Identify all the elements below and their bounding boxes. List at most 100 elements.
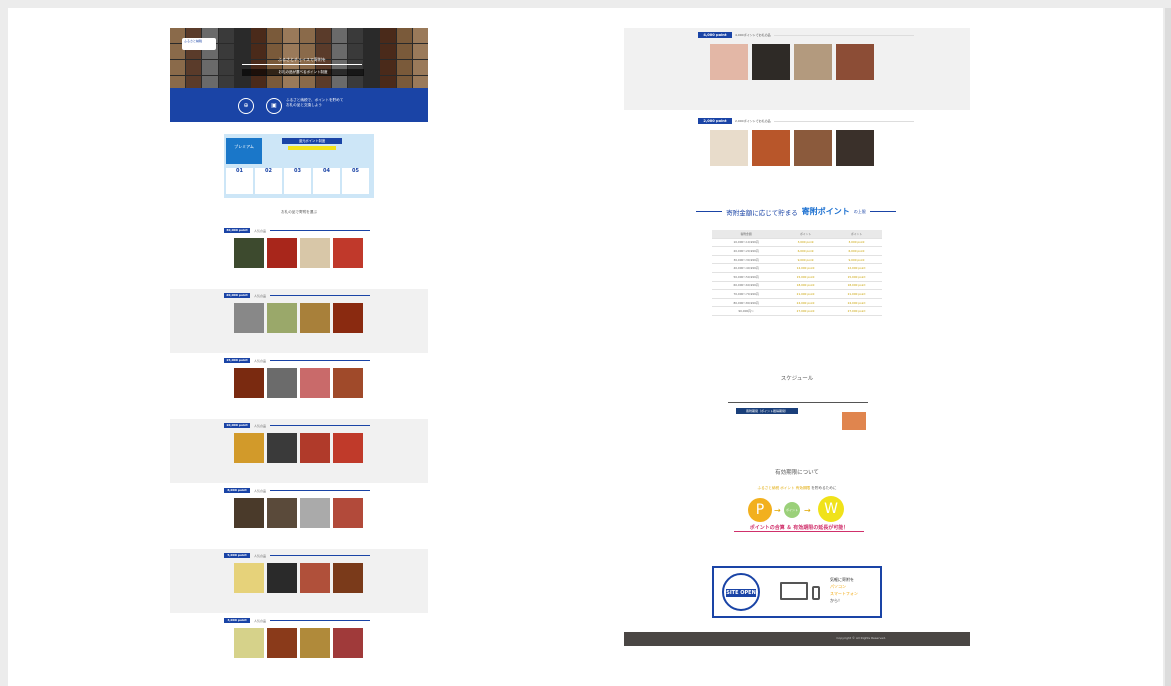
product-thumb[interactable] — [234, 368, 264, 398]
arrow-right-icon: → — [804, 506, 811, 515]
collage-tile — [396, 44, 412, 59]
product-thumb[interactable] — [752, 44, 790, 80]
product-thumb[interactable] — [234, 433, 264, 463]
collage-tile — [412, 28, 428, 43]
product-thumb[interactable] — [752, 130, 790, 166]
category-thumbnails[interactable] — [234, 498, 363, 528]
table-row: 20,000〜29,999円 6,000 point 6,000 point — [712, 246, 882, 256]
collage-tile — [218, 60, 234, 75]
divider — [270, 620, 371, 621]
category-thumbnails[interactable] — [234, 628, 363, 658]
premium-step: 01 — [226, 168, 253, 194]
category-thumbnails[interactable] — [234, 563, 363, 593]
product-thumb[interactable] — [333, 238, 363, 268]
product-thumb[interactable] — [300, 628, 330, 658]
product-thumb[interactable] — [267, 303, 297, 333]
product-thumb[interactable] — [234, 303, 264, 333]
hero-band-text: ふるさと納税で、ポイントを貯めてお礼の品と交換しよう — [286, 98, 344, 107]
points-table-body: 10,000〜19,999円 3,000 point 3,000 point 20,0… — [712, 238, 882, 316]
site-open-banner[interactable]: SITE OPEN 気軽に寄附を パソコン スマートフォン から！ — [712, 566, 882, 618]
product-thumb[interactable] — [267, 628, 297, 658]
product-thumb[interactable] — [836, 130, 874, 166]
collage-tile — [364, 28, 380, 43]
category-section-title: お礼の品で寄附を選ぶ — [281, 210, 317, 214]
collage-tile — [299, 28, 315, 43]
product-thumb[interactable] — [300, 433, 330, 463]
table-cell: 24,000 point — [831, 298, 882, 308]
product-thumb[interactable] — [794, 44, 832, 80]
product-thumb[interactable] — [710, 130, 748, 166]
category-tag-label: 15,000 point — [224, 358, 250, 363]
schedule-title: スケジュール — [780, 376, 814, 382]
product-thumb[interactable] — [234, 563, 264, 593]
section-4000-label: 4,000ポイントでお礼の品 — [735, 33, 771, 37]
category-caption: 人気の品 — [254, 618, 267, 623]
table-cell: 12,000 point — [780, 263, 832, 273]
schedule-timeline — [728, 402, 868, 403]
table-row: 40,000〜49,999円 12,000 point 12,000 point — [712, 263, 882, 273]
category-caption: 人気の品 — [254, 423, 267, 428]
divider — [773, 34, 914, 36]
table-cell: 15,000 point — [831, 272, 882, 282]
category-block: 10,000 point 人気の品 — [170, 419, 428, 483]
collage-tile — [380, 44, 396, 59]
category-block: 8,000 point 人気の品 — [170, 484, 428, 548]
product-thumb[interactable] — [267, 498, 297, 528]
site-open-text: 気軽に寄附を パソコン スマートフォン から！ — [830, 576, 858, 604]
window-scrollbar[interactable] — [1165, 8, 1171, 686]
category-thumbnails[interactable] — [234, 368, 363, 398]
product-thumb[interactable] — [300, 238, 330, 268]
premium-step: 03 — [284, 168, 311, 194]
product-thumb[interactable] — [836, 44, 874, 80]
product-thumb[interactable] — [333, 628, 363, 658]
product-thumb[interactable] — [300, 368, 330, 398]
product-thumb[interactable] — [710, 44, 748, 80]
premium-steps: 01 02 03 04 05 — [226, 168, 369, 194]
product-thumb[interactable] — [234, 498, 264, 528]
hero-caption-2: お礼の品が選べるポイント制度 — [242, 69, 364, 76]
product-thumb[interactable] — [333, 563, 363, 593]
left-page-preview: ふるさと納税 ふるさとチョイスで寄附を お礼の品が選べるポイント制度 ⊕ ▣ ふ… — [170, 24, 428, 684]
divider — [773, 120, 914, 122]
product-thumb[interactable] — [300, 498, 330, 528]
table-row: 30,000〜39,999円 9,000 point 9,000 point — [712, 255, 882, 265]
category-thumbnails[interactable] — [234, 238, 363, 268]
product-thumb[interactable] — [333, 498, 363, 528]
premium-infographic: プレミアム 還元ポイント制度 01 02 03 04 05 — [224, 134, 374, 198]
collage-tile — [380, 60, 396, 75]
product-thumb[interactable] — [234, 628, 264, 658]
product-thumb[interactable] — [794, 130, 832, 166]
section-2000-thumbnails[interactable] — [710, 130, 874, 166]
section-2000-tag: 2,000 point — [698, 118, 732, 124]
product-thumb[interactable] — [267, 238, 297, 268]
product-thumb[interactable] — [333, 368, 363, 398]
product-thumb[interactable] — [333, 303, 363, 333]
section-4000-tag: 4,000 point — [698, 32, 732, 38]
product-thumb[interactable] — [300, 303, 330, 333]
product-thumb[interactable] — [234, 238, 264, 268]
product-thumb[interactable] — [267, 433, 297, 463]
premium-step: 04 — [313, 168, 340, 194]
site-open-line-4: から！ — [830, 598, 842, 603]
divider — [270, 425, 371, 426]
section-4000-thumbnails[interactable] — [710, 44, 874, 80]
table-cell: 90,000円〜 — [712, 306, 781, 316]
product-thumb[interactable] — [267, 368, 297, 398]
category-tag: 3,000 point 人気の品 — [224, 618, 371, 623]
product-thumb[interactable] — [267, 563, 297, 593]
table-row: 10,000〜19,999円 3,000 point 3,000 point — [712, 238, 882, 248]
table-cell: 10,000〜19,999円 — [712, 238, 781, 248]
category-caption: 人気の品 — [254, 358, 267, 363]
hero-blue-band: ⊕ ▣ ふるさと納税で、ポイントを貯めてお礼の品と交換しよう — [170, 88, 428, 122]
collage-tile — [364, 44, 380, 59]
divider — [270, 490, 371, 491]
divider — [270, 555, 371, 556]
product-thumb[interactable] — [300, 563, 330, 593]
table-cell: 27,000 point — [780, 306, 832, 316]
divider — [270, 230, 371, 231]
site-logo[interactable]: ふるさと納税 — [182, 38, 216, 50]
category-thumbnails[interactable] — [234, 433, 363, 463]
product-thumb[interactable] — [333, 433, 363, 463]
category-thumbnails[interactable] — [234, 303, 363, 333]
points-table: 寄附金額 ポイント ポイント 10,000〜19,999円 3,000 point 3,… — [712, 230, 882, 316]
